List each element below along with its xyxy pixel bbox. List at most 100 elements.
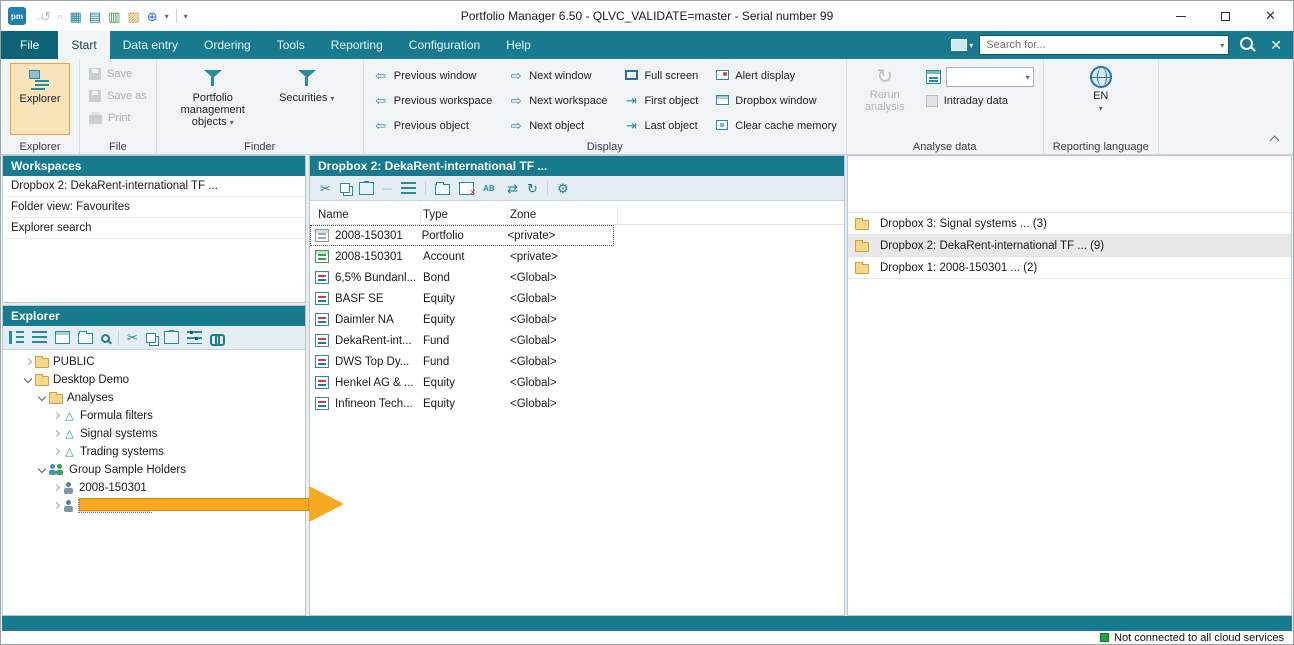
reporting-language-button[interactable]: EN ▾ — [1053, 63, 1149, 113]
rename-icon[interactable] — [483, 182, 498, 195]
tree-item-signal-systems[interactable]: △Signal systems — [3, 425, 305, 443]
delete-icon[interactable] — [459, 182, 474, 195]
window-display-button[interactable]: ▾ — [951, 39, 973, 51]
calendar-icon[interactable] — [926, 70, 941, 84]
new-folder-icon[interactable] — [435, 184, 450, 195]
copy-icon[interactable] — [146, 333, 156, 343]
tree-item-group-sample-holders[interactable]: Group Sample Holders — [3, 461, 305, 479]
previous-object-button[interactable]: ⇦Previous object — [373, 113, 492, 138]
column-header-name[interactable]: Name — [310, 206, 421, 224]
tab-file[interactable]: File — [1, 31, 58, 59]
tab-ordering[interactable]: Ordering — [191, 31, 264, 59]
tab-data-entry[interactable]: Data entry — [110, 31, 191, 59]
qat-list-icon[interactable]: ▤ — [89, 10, 101, 23]
save-as-button[interactable]: Save as — [89, 85, 147, 107]
workspace-item[interactable]: Folder view: Favourites — [3, 197, 305, 218]
search-input[interactable] — [980, 39, 1220, 51]
expand-icon[interactable] — [51, 447, 63, 457]
tree-item-desktop-demo[interactable]: Desktop Demo — [3, 371, 305, 389]
dropbox-list-item-selected[interactable]: Dropbox 2: DekaRent-international TF ...… — [848, 235, 1291, 257]
table-row[interactable]: Daimler NA Equity <Global> — [310, 309, 844, 330]
next-window-button[interactable]: ⇨Next window — [508, 63, 607, 88]
previous-workspace-button[interactable]: ⇦Previous workspace — [373, 88, 492, 113]
table-row[interactable]: 6,5% Bundanl... Bond <Global> — [310, 267, 844, 288]
collapse-icon[interactable] — [37, 393, 49, 403]
tab-reporting[interactable]: Reporting — [318, 31, 396, 59]
tab-help[interactable]: Help — [493, 31, 544, 59]
find-icon[interactable] — [210, 334, 225, 344]
remove-icon[interactable]: ─ — [383, 182, 392, 195]
collapse-icon[interactable] — [23, 375, 35, 385]
first-object-button[interactable]: ⇥First object — [623, 88, 698, 113]
explorer-button[interactable]: Explorer — [10, 63, 70, 135]
print-button[interactable]: Print — [89, 107, 147, 129]
minimize-button[interactable] — [1158, 1, 1203, 31]
tree-item-analyses[interactable]: Analyses — [3, 389, 305, 407]
expand-icon[interactable] — [51, 429, 63, 439]
rerun-analysis-button[interactable]: ↻ Rerun analysis — [856, 63, 914, 113]
expand-icon[interactable] — [23, 357, 35, 367]
cut-icon[interactable]: ✂ — [127, 331, 138, 344]
table-row[interactable]: 2008-150301 Account <private> — [310, 246, 844, 267]
previous-window-button[interactable]: ⇦Previous window — [373, 63, 492, 88]
workspace-item[interactable]: Dropbox 2: DekaRent-international TF ... — [3, 176, 305, 197]
last-object-button[interactable]: ⇥Last object — [623, 113, 698, 138]
tree-item-formula-filters[interactable]: △Formula filters — [3, 407, 305, 425]
copy-icon[interactable] — [340, 183, 350, 193]
qat-analysis-icon[interactable]: ▨ — [127, 10, 139, 23]
collapse-icon[interactable] — [37, 465, 49, 475]
cut-icon[interactable]: ✂ — [320, 182, 331, 195]
collapse-ribbon-icon[interactable] — [1270, 135, 1279, 144]
tab-tools[interactable]: Tools — [264, 31, 318, 59]
search-button[interactable] — [1235, 37, 1258, 53]
qat-globe-icon[interactable]: ⊕ — [147, 10, 158, 23]
intraday-checkbox[interactable] — [926, 95, 938, 107]
search-dropdown-icon[interactable]: ▾ — [1220, 41, 1228, 50]
alert-display-button[interactable]: Alert display — [714, 63, 836, 88]
column-header-zone[interactable]: Zone — [508, 206, 618, 224]
list-settings-icon[interactable] — [401, 182, 416, 195]
window-view-icon[interactable] — [55, 331, 70, 344]
tab-start[interactable]: Start — [58, 31, 109, 59]
refresh-icon[interactable]: ↻ — [527, 182, 538, 195]
securities-button[interactable]: Securities ▾ — [260, 63, 354, 135]
clear-cache-memory-button[interactable]: Clear cache memory — [714, 113, 836, 138]
column-header-type[interactable]: Type — [421, 206, 508, 224]
tree-item-trading-systems[interactable]: △Trading systems — [3, 443, 305, 461]
paste-icon[interactable] — [164, 331, 179, 344]
close-button[interactable]: ✕ — [1248, 1, 1293, 31]
tab-configuration[interactable]: Configuration — [396, 31, 493, 59]
workspace-item[interactable]: Explorer search — [3, 218, 305, 239]
table-row[interactable]: DekaRent-int... Fund <Global> — [310, 330, 844, 351]
qat-notebook-icon[interactable]: ▥ — [108, 10, 120, 23]
next-object-button[interactable]: ⇨Next object — [508, 113, 607, 138]
tree-view-icon[interactable] — [9, 331, 24, 344]
swap-icon[interactable]: ⇄ — [507, 182, 518, 195]
dropbox-window-button[interactable]: Dropbox window — [714, 88, 836, 113]
table-row[interactable]: Henkel AG & ... Equity <Global> — [310, 372, 844, 393]
maximize-button[interactable] — [1203, 1, 1248, 31]
full-screen-button[interactable]: Full screen — [623, 63, 698, 88]
new-folder-icon[interactable] — [78, 333, 93, 344]
dropbox-list-item[interactable]: Dropbox 1: 2008-150301 ... (2) — [848, 257, 1291, 279]
paste-icon[interactable] — [359, 182, 374, 195]
next-workspace-button[interactable]: ⇨Next workspace — [508, 88, 607, 113]
qat-chart-icon[interactable]: ▦ — [70, 10, 82, 23]
table-row-selected[interactable]: 2008-150301 Portfolio <private> — [310, 225, 614, 246]
table-row[interactable]: Infineon Tech... Equity <Global> — [310, 393, 844, 414]
search-icon[interactable] — [101, 334, 110, 343]
table-row[interactable]: DWS Top Dy... Fund <Global> — [310, 351, 844, 372]
filter-settings-icon[interactable] — [187, 331, 202, 344]
save-button[interactable]: Save — [89, 63, 147, 85]
search-close-button[interactable]: ✕ — [1264, 37, 1288, 54]
qat-customize-icon[interactable]: ▾ — [184, 12, 188, 21]
qat-dropdown-icon[interactable]: ▾ — [165, 12, 169, 21]
dropbox-list-item[interactable]: Dropbox 3: Signal systems ... (3) — [848, 213, 1291, 235]
qat-screen-icon[interactable]: ▫ — [58, 10, 63, 23]
expand-icon[interactable] — [51, 483, 63, 493]
expand-icon[interactable] — [51, 411, 63, 421]
portfolio-management-objects-button[interactable]: Portfolio management objects ▾ — [166, 63, 260, 135]
list-view-icon[interactable] — [32, 331, 47, 344]
expand-icon[interactable] — [51, 501, 63, 511]
tree-item-public[interactable]: PUBLIC — [3, 353, 305, 371]
